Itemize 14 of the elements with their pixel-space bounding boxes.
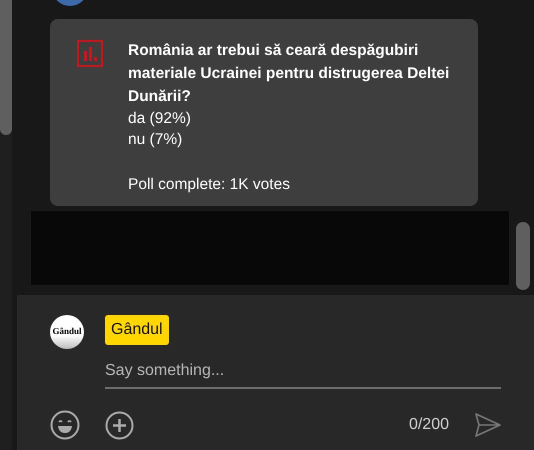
author-name: Gândul [105, 315, 169, 345]
send-button[interactable] [475, 413, 501, 437]
message-input[interactable]: Say something... [105, 353, 501, 389]
poll-status: Poll complete: 1K votes [128, 175, 291, 195]
character-counter: 0/200 [408, 415, 449, 435]
scrollbar-thumb[interactable] [516, 222, 530, 290]
poll-option: nu (7%) [128, 129, 458, 150]
poll-question: România ar trebui să ceară despăgubiri materiale Ucrainei pentru distrugerea Deltei Dunării? [128, 41, 450, 107]
scrollbar-thumb[interactable] [0, 0, 12, 135]
emoji-button[interactable] [50, 410, 80, 440]
add-button[interactable] [105, 410, 134, 440]
poll-icon [77, 40, 103, 67]
poll-option: da (92%) [128, 108, 458, 129]
author-avatar: Gândul [50, 315, 84, 349]
